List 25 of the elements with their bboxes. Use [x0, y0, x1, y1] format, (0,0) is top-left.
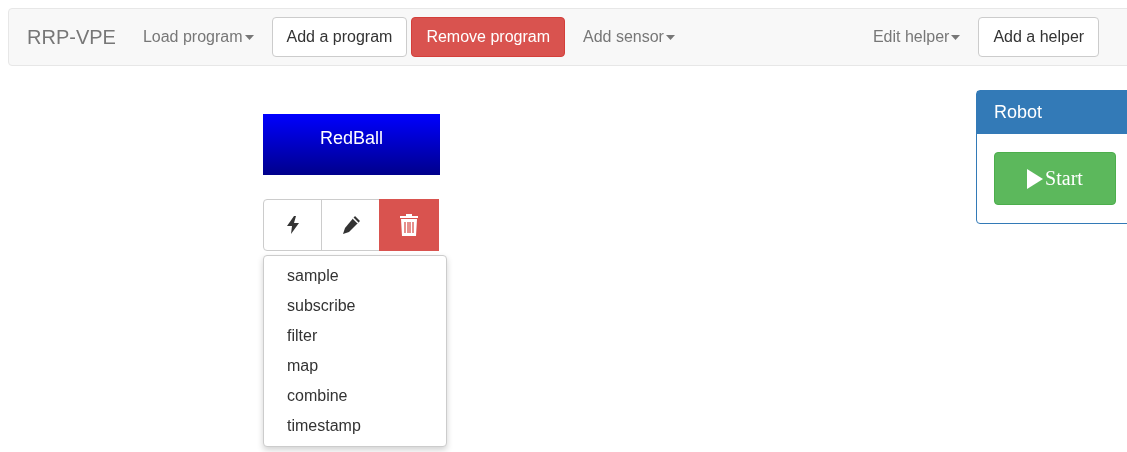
program-node[interactable]: RedBall — [263, 114, 440, 175]
menu-item[interactable]: map — [264, 351, 446, 381]
brand-title[interactable]: RRP-VPE — [27, 25, 116, 49]
menu-item[interactable]: sample — [264, 261, 446, 291]
caret-icon — [244, 34, 254, 40]
menu-item[interactable]: timestamp — [264, 411, 446, 441]
menu-item[interactable]: combine — [264, 381, 446, 411]
bolt-icon — [286, 216, 299, 234]
caret-icon — [665, 34, 675, 40]
dropdown-menu-button[interactable]: Add sensor — [583, 28, 675, 46]
menu-item[interactable]: subscribe — [264, 291, 446, 321]
bolt-button[interactable] — [263, 199, 322, 251]
nav-button[interactable]: Add a helper — [978, 17, 1100, 57]
dropdown-menu-button[interactable]: Load program — [142, 28, 254, 46]
edit-button[interactable] — [321, 199, 380, 251]
menu-item[interactable]: filter — [264, 321, 446, 351]
delete-button[interactable] — [379, 199, 439, 251]
panel-title: Robot — [977, 91, 1127, 134]
nav-button[interactable]: Add a program — [271, 17, 408, 57]
play-icon — [1027, 168, 1044, 189]
caret-icon — [951, 34, 961, 40]
dropdown-menu-button[interactable]: Edit helper — [872, 28, 961, 46]
trash-icon — [400, 214, 418, 236]
pencil-icon — [340, 215, 361, 235]
nav-button[interactable]: Remove program — [411, 17, 565, 57]
